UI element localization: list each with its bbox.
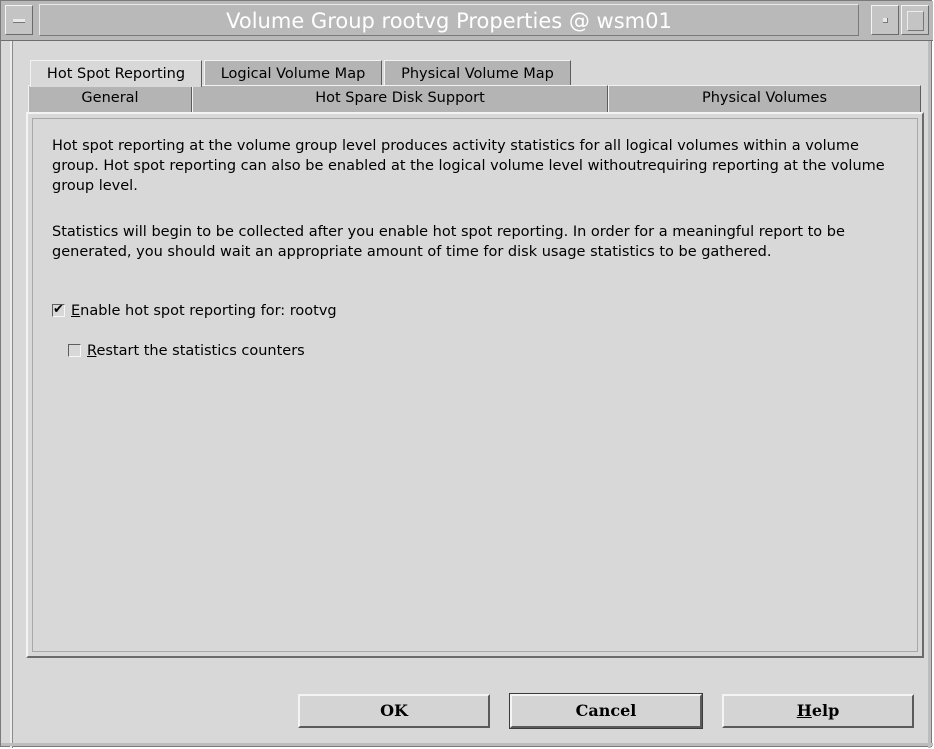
enable-mnemonic: E <box>71 303 81 319</box>
window-frame-right <box>928 41 931 748</box>
panel-inner-frame <box>32 118 918 652</box>
tab-logical-volume-map[interactable]: Logical Volume Map <box>204 60 382 87</box>
tab-physical-volume-map[interactable]: Physical Volume Map <box>384 60 571 87</box>
restart-label-text: estart the statistics counters <box>96 343 305 359</box>
window-frame-left <box>10 41 13 748</box>
checkmark-icon: ✔ <box>53 302 64 317</box>
tab-hot-spare-disk-support[interactable]: Hot Spare Disk Support <box>192 85 608 112</box>
window-frame-bottom <box>1 743 933 746</box>
help-button[interactable]: Help <box>722 694 914 728</box>
description-paragraph: Hot spot reporting at the volume group l… <box>52 138 885 194</box>
enable-hot-spot-checkbox[interactable]: ✔ <box>52 302 65 317</box>
hot-spot-reporting-panel: Hot spot reporting at the volume group l… <box>26 112 924 658</box>
maximize-icon <box>907 11 924 31</box>
minimize-button[interactable] <box>871 5 899 35</box>
enable-label-text: nable hot spot reporting for: rootvg <box>80 303 337 319</box>
tab-general[interactable]: General <box>28 85 192 112</box>
minimize-icon <box>883 18 888 23</box>
window-menu-icon <box>13 19 25 23</box>
restart-counters-checkbox[interactable] <box>68 344 81 357</box>
statistics-paragraph: Statistics will begin to be collected af… <box>52 224 845 260</box>
cancel-button[interactable]: Cancel <box>509 693 703 729</box>
tab-physical-volumes[interactable]: Physical Volumes <box>608 85 921 112</box>
ok-button[interactable]: OK <box>298 694 490 728</box>
window-menu-button[interactable] <box>5 5 33 35</box>
tab-hot-spot-reporting[interactable]: Hot Spot Reporting <box>30 60 202 87</box>
title-bar[interactable]: Volume Group rootvg Properties @ wsm01 <box>1 1 933 41</box>
help-label-text: elp <box>811 701 840 720</box>
enable-hot-spot-label: Enable hot spot reporting for: rootvg <box>71 301 337 321</box>
restart-counters-label: Restart the statistics counters <box>87 341 305 361</box>
properties-window: Volume Group rootvg Properties @ wsm01 H… <box>0 0 933 748</box>
maximize-button[interactable] <box>901 5 929 35</box>
help-mnemonic: H <box>796 701 812 720</box>
window-title: Volume Group rootvg Properties @ wsm01 <box>39 4 859 36</box>
